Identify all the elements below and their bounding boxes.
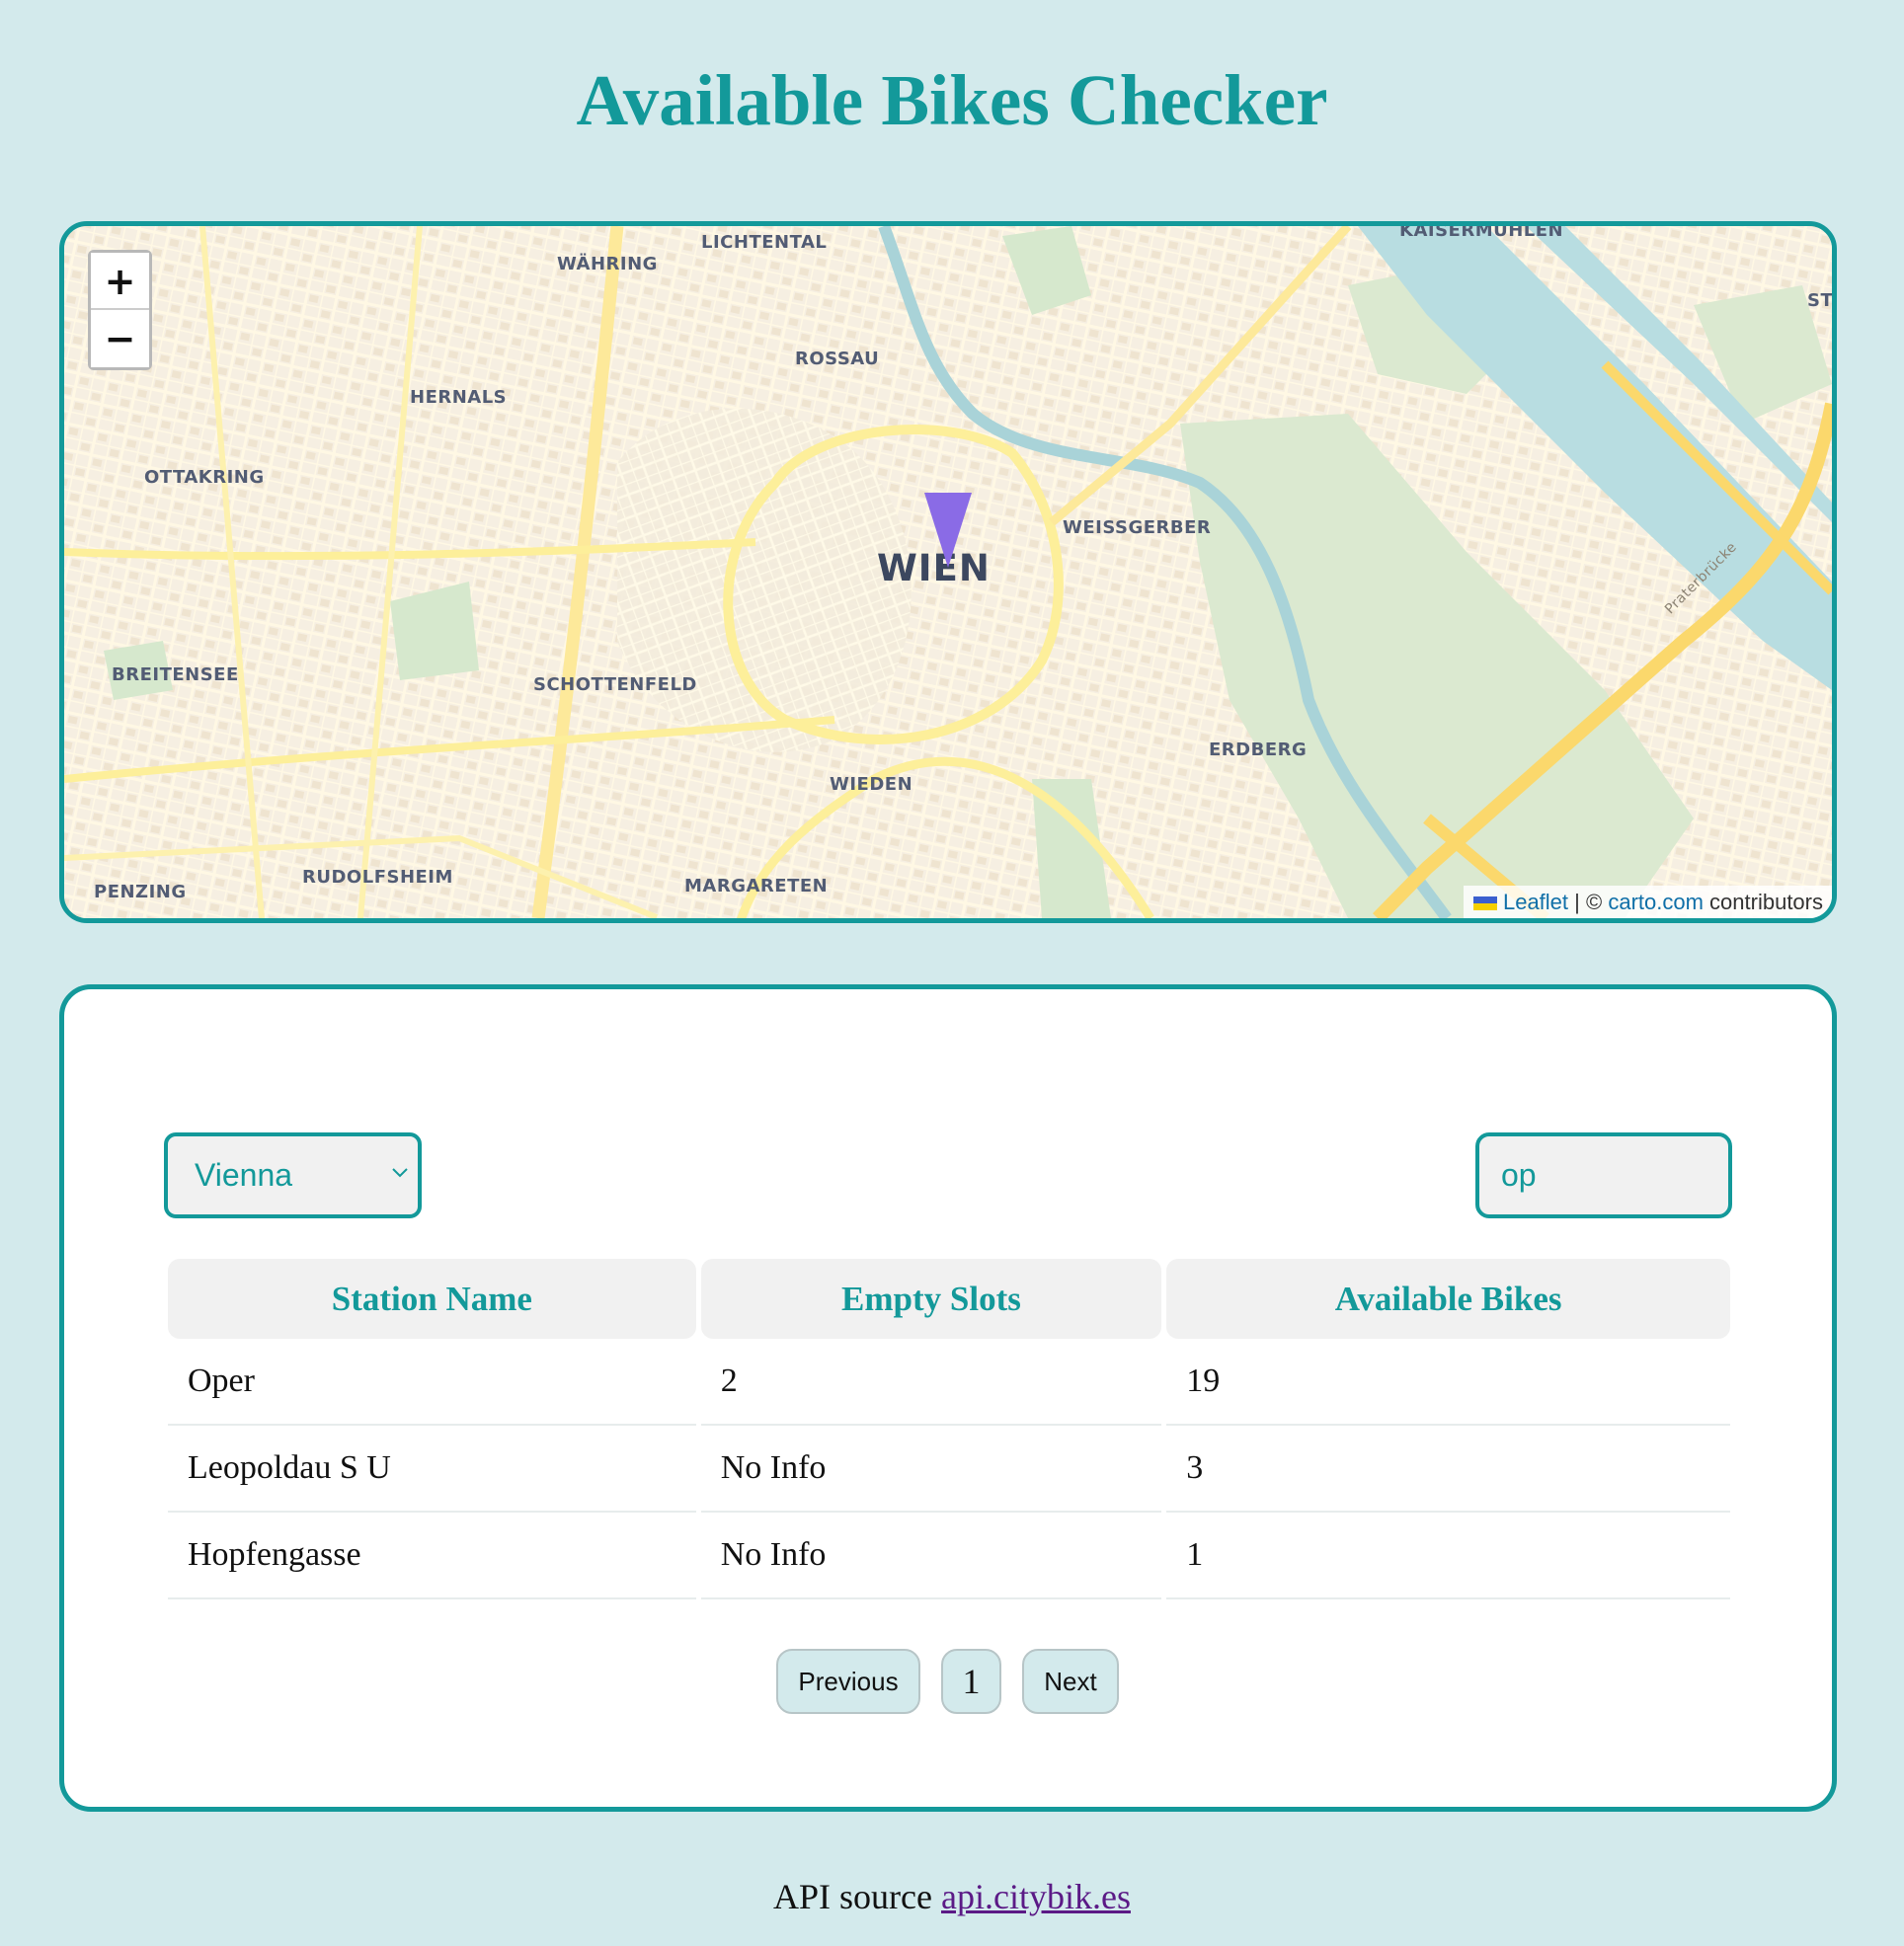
previous-page-button[interactable]: Previous xyxy=(776,1649,920,1714)
search-input-value: op xyxy=(1501,1157,1537,1193)
header-empty-slots[interactable]: Empty Slots xyxy=(700,1259,1162,1339)
zoom-control: + − xyxy=(88,250,152,370)
zoom-out-button[interactable]: − xyxy=(91,310,149,367)
table-row: Oper 2 19 xyxy=(168,1339,1730,1426)
cell-available-bikes: 19 xyxy=(1166,1339,1730,1426)
station-search-input[interactable]: op xyxy=(1475,1132,1732,1218)
cell-station-name: Leopoldau S U xyxy=(168,1426,696,1513)
next-page-button[interactable]: Next xyxy=(1022,1649,1119,1714)
map-label-ottakring: OTTAKRING xyxy=(144,467,265,488)
map-label-hernals: HERNALS xyxy=(410,387,508,408)
stations-card: Vienna op Station Name Empty Slots Avail… xyxy=(59,984,1837,1812)
map-label-rossau: ROSSAU xyxy=(795,349,880,369)
header-available-bikes[interactable]: Available Bikes xyxy=(1166,1259,1730,1339)
attribution-separator: | © xyxy=(1574,890,1603,914)
map-label-margareten: MARGARETEN xyxy=(684,876,829,896)
station-marker-icon[interactable] xyxy=(924,493,972,568)
table-row: Hopfengasse No Info 1 xyxy=(168,1513,1730,1599)
cell-available-bikes: 3 xyxy=(1166,1426,1730,1513)
page-title: Available Bikes Checker xyxy=(576,60,1328,140)
table-row: Leopoldau S U No Info 3 xyxy=(168,1426,1730,1513)
city-select[interactable]: Vienna xyxy=(164,1132,422,1218)
header-station-name[interactable]: Station Name xyxy=(168,1259,696,1339)
cell-station-name: Oper xyxy=(168,1339,696,1426)
map-label-breitensee: BREITENSEE xyxy=(112,664,239,685)
leaflet-link[interactable]: Leaflet xyxy=(1503,890,1568,914)
map-label-st: ST xyxy=(1807,290,1834,311)
cell-station-name: Hopfengasse xyxy=(168,1513,696,1599)
map-label-erdberg: ERDBERG xyxy=(1209,739,1308,760)
carto-link[interactable]: carto.com xyxy=(1608,890,1704,914)
cell-empty-slots: No Info xyxy=(700,1513,1162,1599)
ukraine-flag-icon xyxy=(1472,896,1497,910)
footer-text: API source xyxy=(773,1877,932,1916)
map-label-waehring: WÄHRING xyxy=(557,254,658,274)
map-label-weissgerber: WEISSGERBER xyxy=(1063,517,1212,538)
cell-available-bikes: 1 xyxy=(1166,1513,1730,1599)
map-label-lichtental: LICHTENTAL xyxy=(701,232,828,253)
table-header-row: Station Name Empty Slots Available Bikes xyxy=(168,1259,1730,1339)
zoom-in-button[interactable]: + xyxy=(91,253,149,310)
map-label-schottenfeld: SCHOTTENFELD xyxy=(533,674,697,695)
pagination: Previous 1 Next xyxy=(64,1649,1832,1714)
chevron-down-icon xyxy=(392,1168,408,1178)
attribution-contributors: contributors xyxy=(1709,890,1823,914)
stations-table: Station Name Empty Slots Available Bikes… xyxy=(168,1259,1730,1599)
city-select-value: Vienna xyxy=(195,1157,293,1193)
cell-empty-slots: 2 xyxy=(700,1339,1162,1426)
map-label-wieden: WIEDEN xyxy=(830,774,913,795)
map-label-penzing: PENZING xyxy=(94,882,187,902)
map-container[interactable]: + − LICHTENTAL WÄHRING KAISERMÜHLEN ST R… xyxy=(59,221,1837,923)
map-label-rudolfsheim: RUDOLFSHEIM xyxy=(302,867,453,888)
cell-empty-slots: No Info xyxy=(700,1426,1162,1513)
map-label-kaisermuehlen: KAISERMÜHLEN xyxy=(1399,221,1564,241)
footer: API source api.citybik.es xyxy=(0,1872,1904,1921)
page-number-button[interactable]: 1 xyxy=(941,1649,1001,1714)
map-attribution: Leaflet | © carto.com contributors xyxy=(1463,886,1832,918)
api-source-link[interactable]: api.citybik.es xyxy=(941,1877,1131,1916)
